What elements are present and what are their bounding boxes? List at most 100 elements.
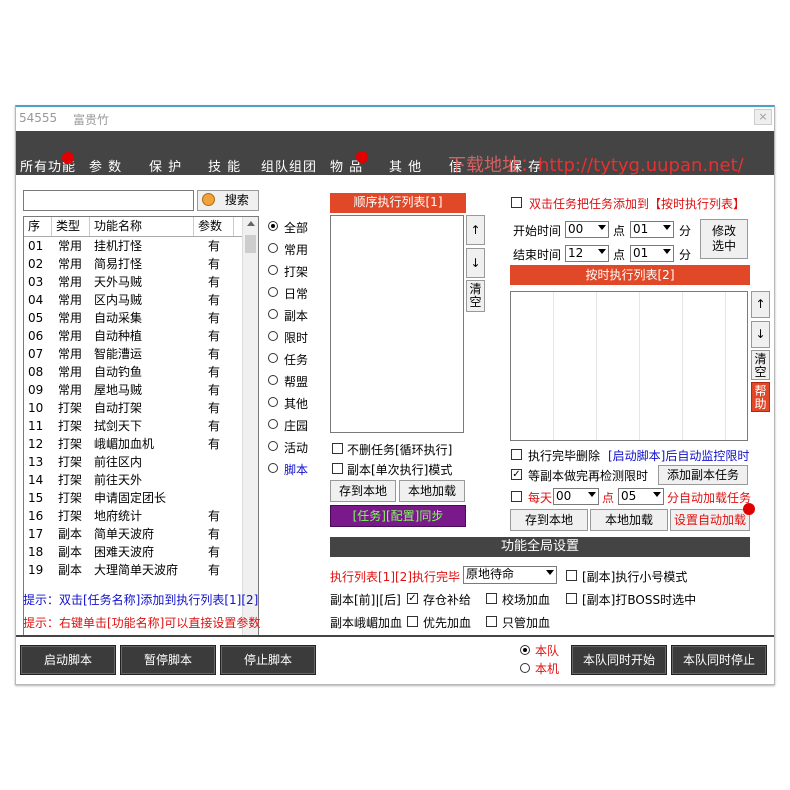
filter-radio[interactable] xyxy=(268,441,278,451)
table-row[interactable]: 16 打架 地府统计 有 xyxy=(24,507,258,525)
table-row[interactable]: 17 副本 简单天波府 有 xyxy=(24,525,258,543)
daily-minute-select[interactable]: 05 xyxy=(618,488,664,505)
pause-script-button[interactable]: 暂停脚本 xyxy=(120,645,216,675)
table-row[interactable]: 09 常用 屋地马贼 有 xyxy=(24,381,258,399)
filter-label: 打架 xyxy=(284,265,309,279)
row-name: 天外马贼 xyxy=(94,275,143,289)
filter-radio[interactable] xyxy=(268,419,278,429)
list-done-select[interactable]: 原地待命 xyxy=(463,566,557,584)
filter-radio[interactable] xyxy=(268,265,278,275)
row-param: 有 xyxy=(207,383,220,397)
col-param[interactable]: 参数 xyxy=(194,217,234,236)
seq-clear-button[interactable]: 清空 xyxy=(466,280,485,312)
seq-list-box[interactable] xyxy=(330,215,464,433)
row-type: 打架 xyxy=(58,491,83,505)
table-row[interactable]: 13 打架 前往区内 xyxy=(24,453,258,471)
scroll-up-icon[interactable] xyxy=(247,221,255,226)
end-minute-select[interactable]: 01 xyxy=(630,245,674,262)
start-script-button[interactable]: 启动脚本 xyxy=(20,645,116,675)
timed-down-button[interactable]: ↓ xyxy=(751,321,770,348)
daily-label: 每天 xyxy=(528,491,553,505)
wait-dungeon-checkbox[interactable]: ✓ xyxy=(511,469,522,480)
filter-radio[interactable] xyxy=(268,353,278,363)
menu-team[interactable]: 组队组团 xyxy=(261,156,317,175)
row-param: 有 xyxy=(207,437,220,451)
row-param xyxy=(194,489,234,507)
table-row[interactable]: 10 打架 自动打架 有 xyxy=(24,399,258,417)
school-heal-label: 校场加血 xyxy=(502,593,551,607)
list-rows: 01 常用 挂机打怪有 02 常用 简易打怪有 03 常用 天外马贼有 04 常用 区内马贼有 05 常用… xyxy=(24,237,258,579)
search-button[interactable]: 搜索 xyxy=(197,190,259,211)
table-row[interactable]: 05 常用 自动采集 有 xyxy=(24,309,258,327)
menu-skills[interactable]: 技 能 xyxy=(208,156,241,175)
menu-protect[interactable]: 保 护 xyxy=(149,156,182,175)
priority-heal-checkbox[interactable] xyxy=(407,616,418,627)
dbl-click-checkbox[interactable] xyxy=(511,197,522,208)
table-row[interactable]: 02 常用 简易打怪 有 xyxy=(24,255,258,273)
daily-checkbox[interactable] xyxy=(511,491,522,502)
col-index[interactable]: 序 xyxy=(24,217,52,236)
filter-radio[interactable] xyxy=(268,309,278,319)
store-checkbox[interactable]: ✓ xyxy=(407,593,418,604)
timed-load-local-button[interactable]: 本地加载 xyxy=(590,509,668,531)
daily-hour-select[interactable]: 00 xyxy=(553,488,599,505)
scroll-thumb[interactable] xyxy=(245,235,256,253)
col-type[interactable]: 类型 xyxy=(52,217,90,236)
table-row[interactable]: 01 常用 挂机打怪 有 xyxy=(24,237,258,255)
timed-help-button[interactable]: 帮助 xyxy=(751,382,770,412)
list-scrollbar[interactable] xyxy=(242,217,258,649)
team-stop-button[interactable]: 本队同时停止 xyxy=(671,645,767,675)
seq-save-local-button[interactable]: 存到本地 xyxy=(330,480,396,502)
only-heal-checkbox[interactable] xyxy=(486,616,497,627)
start-hour-select[interactable]: 00 xyxy=(565,221,609,238)
table-row[interactable]: 19 副本 大理简单天波府 有 xyxy=(24,561,258,579)
timed-list-box[interactable] xyxy=(510,291,748,441)
col-name[interactable]: 功能名称 xyxy=(90,217,194,236)
table-row[interactable]: 08 常用 自动钓鱼 有 xyxy=(24,363,258,381)
table-row[interactable]: 04 常用 区内马贼 有 xyxy=(24,291,258,309)
auto-load-button[interactable]: 设置自动加载 xyxy=(670,509,750,531)
close-button[interactable]: × xyxy=(754,109,772,125)
row-name: 挂机打怪 xyxy=(94,239,143,253)
table-row[interactable]: 15 打架 申请固定团长 xyxy=(24,489,258,507)
filter-radio[interactable] xyxy=(268,397,278,407)
team-start-button[interactable]: 本队同时开始 xyxy=(571,645,667,675)
table-row[interactable]: 12 打架 峨嵋加血机 有 xyxy=(24,435,258,453)
local-radio[interactable] xyxy=(520,663,530,673)
seq-load-local-button[interactable]: 本地加载 xyxy=(399,480,465,502)
table-row[interactable]: 14 打架 前往天外 xyxy=(24,471,258,489)
table-row[interactable]: 18 副本 困难天波府 有 xyxy=(24,543,258,561)
filter-radio[interactable] xyxy=(268,221,278,231)
done-delete-checkbox[interactable] xyxy=(511,449,522,460)
boss-checkbox[interactable] xyxy=(566,593,577,604)
team-radio[interactable] xyxy=(520,645,530,655)
timed-save-local-button[interactable]: 存到本地 xyxy=(510,509,588,531)
timed-up-button[interactable]: ↑ xyxy=(751,291,770,318)
filter-radio[interactable] xyxy=(268,375,278,385)
menu-other[interactable]: 其 他 xyxy=(389,156,422,175)
modify-selected-button[interactable]: 修改选中 xyxy=(700,219,748,259)
seq-up-button[interactable]: ↑ xyxy=(466,215,485,245)
table-row[interactable]: 03 常用 天外马贼 有 xyxy=(24,273,258,291)
menu-params[interactable]: 参 数 xyxy=(89,156,122,175)
table-row[interactable]: 07 常用 智能漕运 有 xyxy=(24,345,258,363)
filter-radio[interactable] xyxy=(268,463,278,473)
opt-single-checkbox[interactable] xyxy=(332,463,343,474)
opt-no-delete-checkbox[interactable] xyxy=(332,443,343,454)
seq-down-button[interactable]: ↓ xyxy=(466,248,485,278)
sync-button[interactable]: [任务][配置]同步 xyxy=(330,505,466,527)
end-hour-select[interactable]: 12 xyxy=(565,245,609,262)
stop-script-button[interactable]: 停止脚本 xyxy=(220,645,316,675)
table-row[interactable]: 06 常用 自动种植 有 xyxy=(24,327,258,345)
function-list[interactable]: 序 类型 功能名称 参数 01 常用 挂机打怪有 02 常用 简易打怪有 03 常用 天外马贼有… xyxy=(23,216,259,650)
school-heal-checkbox[interactable] xyxy=(486,593,497,604)
table-row[interactable]: 11 打架 拭剑天下 有 xyxy=(24,417,258,435)
add-dungeon-button[interactable]: 添加副本任务 xyxy=(658,465,748,485)
search-input[interactable] xyxy=(23,190,194,211)
filter-radio[interactable] xyxy=(268,331,278,341)
small-mode-checkbox[interactable] xyxy=(566,570,577,581)
timed-clear-button[interactable]: 清空 xyxy=(751,350,770,380)
start-minute-select[interactable]: 01 xyxy=(630,221,674,238)
filter-radio[interactable] xyxy=(268,287,278,297)
filter-radio[interactable] xyxy=(268,243,278,253)
